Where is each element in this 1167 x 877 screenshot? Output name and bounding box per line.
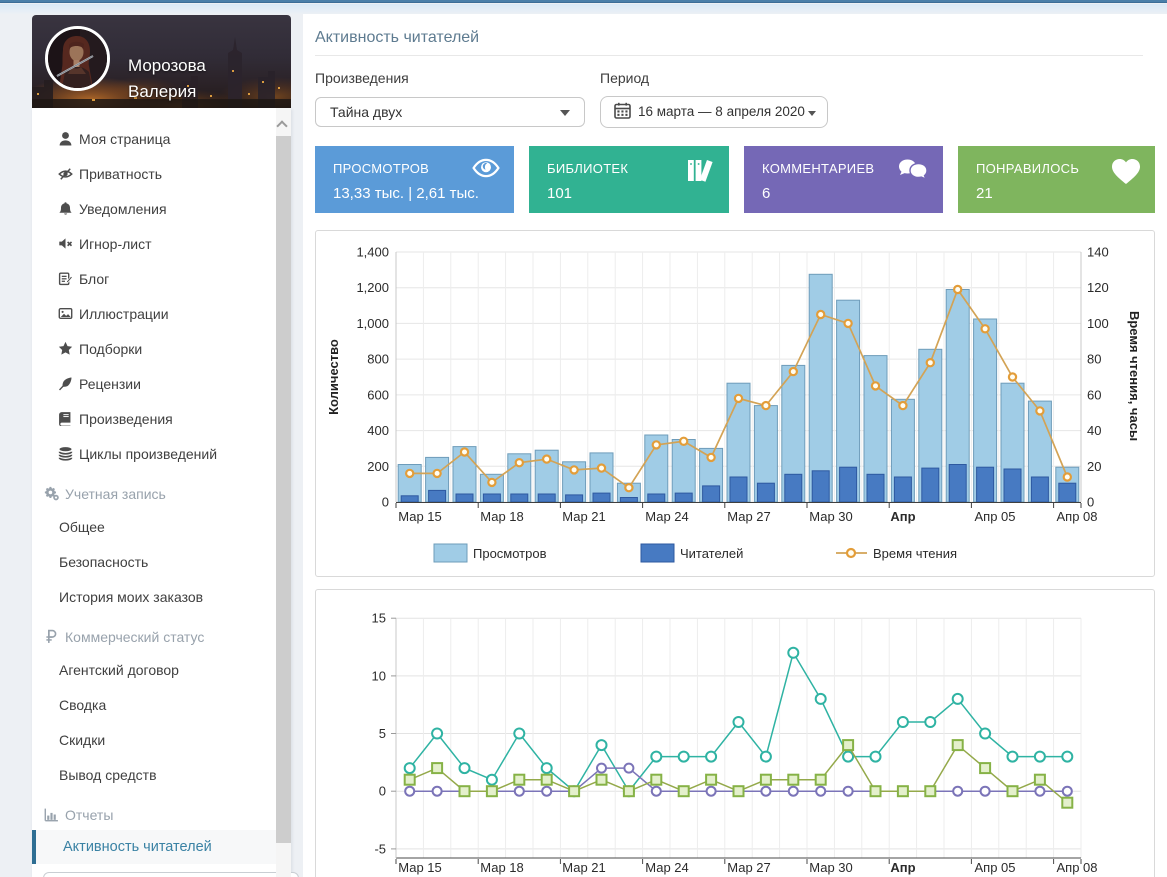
- svg-text:140: 140: [1087, 245, 1109, 260]
- svg-text:Апр: Апр: [890, 860, 915, 875]
- svg-text:-5: -5: [374, 841, 386, 856]
- svg-text:0: 0: [379, 784, 386, 799]
- svg-text:40: 40: [1087, 423, 1101, 438]
- svg-text:600: 600: [367, 387, 389, 402]
- svg-text:80: 80: [1087, 352, 1101, 367]
- svg-text:Мар 15: Мар 15: [398, 860, 442, 875]
- svg-text:60: 60: [1087, 387, 1101, 402]
- svg-text:0: 0: [382, 495, 389, 510]
- svg-text:800: 800: [367, 352, 389, 367]
- svg-text:120: 120: [1087, 280, 1109, 295]
- svg-text:Время чтения: Время чтения: [873, 546, 957, 561]
- svg-text:Мар 24: Мар 24: [645, 509, 689, 524]
- svg-text:Мар 30: Мар 30: [809, 860, 853, 875]
- svg-text:10: 10: [372, 668, 386, 683]
- svg-text:20: 20: [1087, 459, 1101, 474]
- svg-text:5: 5: [379, 726, 386, 741]
- svg-text:Мар 15: Мар 15: [398, 509, 442, 524]
- svg-text:Апр 08: Апр 08: [1056, 509, 1097, 524]
- svg-text:1,200: 1,200: [356, 280, 389, 295]
- svg-text:Мар 30: Мар 30: [809, 509, 853, 524]
- svg-text:Мар 27: Мар 27: [727, 509, 771, 524]
- svg-text:1,000: 1,000: [356, 316, 389, 331]
- svg-text:Апр 08: Апр 08: [1056, 860, 1097, 875]
- svg-text:Мар 24: Мар 24: [645, 860, 689, 875]
- svg-text:Просмотров: Просмотров: [473, 546, 547, 561]
- svg-text:Читателей: Читателей: [680, 546, 743, 561]
- svg-text:1,400: 1,400: [356, 245, 389, 260]
- svg-text:Мар 18: Мар 18: [480, 860, 524, 875]
- svg-text:Время чтения, часы: Время чтения, часы: [1127, 311, 1142, 441]
- svg-text:100: 100: [1087, 316, 1109, 331]
- svg-text:Мар 18: Мар 18: [480, 509, 524, 524]
- svg-text:Апр: Апр: [890, 509, 915, 524]
- svg-text:Мар 27: Мар 27: [727, 860, 771, 875]
- svg-text:200: 200: [367, 459, 389, 474]
- svg-text:15: 15: [372, 611, 386, 626]
- svg-text:0: 0: [1087, 495, 1094, 510]
- svg-text:Мар 21: Мар 21: [562, 860, 606, 875]
- svg-text:Мар 21: Мар 21: [562, 509, 606, 524]
- svg-text:400: 400: [367, 423, 389, 438]
- svg-text:Апр 05: Апр 05: [974, 509, 1015, 524]
- svg-text:Апр 05: Апр 05: [974, 860, 1015, 875]
- svg-text:Количество: Количество: [326, 339, 341, 415]
